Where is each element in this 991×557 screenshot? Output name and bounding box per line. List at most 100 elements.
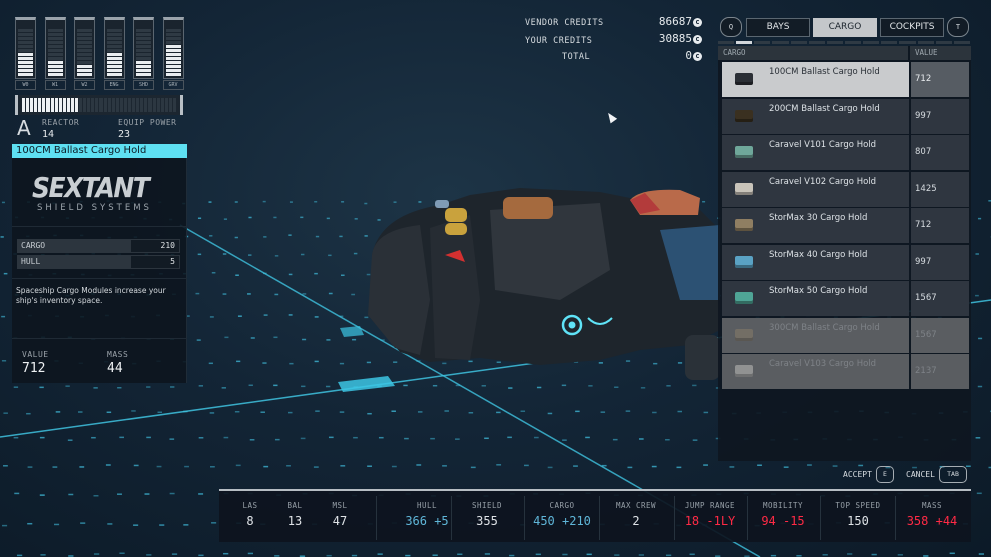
grid-dot [133,464,139,467]
grid-dot [78,411,83,413]
list-item[interactable]: StorMax 40 Cargo Hold 997 [722,244,969,280]
tab-bays[interactable]: BAYS [746,18,810,37]
list-item[interactable]: StorMax 50 Cargo Hold 1567 [722,281,969,316]
ship-stat-label: MOBILITY [762,501,804,510]
grid-dot [184,465,189,468]
reactor-segment [70,98,75,112]
ship-stat-value: 18 -1LY [684,514,736,528]
grid-dot [263,314,268,316]
module-thumbnail-icon [735,219,753,231]
grid-dot [977,385,983,388]
power-bar-eng[interactable]: ENG [103,17,125,90]
grid-dot [976,492,982,495]
grid-dot [807,464,812,466]
grid-dot [367,412,372,415]
power-segment [77,49,92,52]
grid-dot [612,438,618,441]
grid-dot [16,554,23,557]
module-thumbnail-icon [735,328,753,341]
grid-dot [144,493,150,495]
list-item[interactable]: Caravel V103 Cargo Hold 2137 [722,354,969,389]
reactor-segment [38,98,42,112]
ship-model[interactable] [368,188,720,380]
accept-button[interactable]: E [876,466,894,483]
grid-dot [666,385,671,387]
power-segment [136,41,151,44]
grid-dot [234,201,238,203]
grid-dot [364,202,368,205]
power-segment [165,57,181,60]
grid-dot [273,216,277,219]
cancel-button[interactable]: TAB [939,466,967,483]
list-item[interactable]: 100CM Ballast Cargo Hold 712 [722,62,969,97]
reactor-segment [144,98,148,112]
grid-dot [273,336,278,339]
grid-dot [692,439,698,441]
grid-dot [0,236,4,238]
grid-dot [404,437,409,440]
reactor-segment [103,98,107,112]
grid-dot [146,554,152,556]
grid-dot [364,316,369,319]
power-segment [47,69,63,72]
power-segment [106,45,122,48]
grid-dot [496,464,502,466]
grid-dot [301,385,306,388]
list-item[interactable]: Caravel V101 Cargo Hold 807 [722,135,969,170]
power-bar-w1[interactable]: W1 [44,17,66,90]
power-segment [18,57,33,60]
power-segment [47,37,63,40]
grid-dot [313,466,319,468]
ship-stat-label: MAX CREW [615,501,657,510]
list-item[interactable]: 300CM Ballast Cargo Hold 1567 [722,317,969,353]
reactor-segment [172,98,176,112]
grid-dot [107,523,113,525]
grid-dot [169,438,175,440]
tab-cargo[interactable]: CARGO [813,18,877,37]
power-segment [47,57,63,60]
tab-cockpits[interactable]: COCKPITS [880,18,944,37]
grid-dot [302,338,307,341]
grid-dot [561,384,567,387]
prev-tab-key[interactable]: Q [720,17,742,37]
power-segment [106,57,122,60]
grid-dot [638,438,644,440]
list-item[interactable]: 200CM Ballast Cargo Hold 997 [722,98,969,134]
grid-dot [315,410,320,412]
power-bar-w2[interactable]: W2 [74,17,95,90]
grid-dot [339,362,345,365]
reactor-segment [156,98,160,112]
grid-dot [442,465,447,467]
cancel-label: CANCEL [906,470,935,479]
tab-page-tick [917,41,934,44]
power-segment [165,45,181,48]
grid-dot [234,236,238,239]
grid-dot [248,216,252,219]
next-tab-key[interactable]: T [947,17,969,37]
grid-dot [625,410,631,412]
power-segment [77,41,92,44]
grid-dot [93,553,100,555]
power-segment [106,33,122,36]
total-amount: 0 [685,49,692,62]
grid-dot [274,293,279,296]
grid-dot [235,464,241,467]
power-bar-grv[interactable]: GRV [162,17,184,90]
grid-dot [314,316,319,318]
item-name: Caravel V102 Cargo Hold [769,176,877,187]
reactor-segment [107,98,111,112]
grid-dot [470,466,476,469]
list-item[interactable]: StorMax 30 Cargo Hold 712 [722,208,969,243]
manufacturer-logo: SEXTANT [32,171,150,204]
vendor-credits-amount: 86687 [658,15,692,28]
reactor-segment [111,98,115,112]
grid-dot [288,273,293,276]
power-bar-w0[interactable]: W0 [15,17,36,90]
item-value: 1425 [911,171,969,207]
item-name: 200CM Ballast Cargo Hold [769,103,880,114]
grid-dot [263,236,267,238]
grid-dot [614,554,620,556]
power-bar-shd[interactable]: SHD [133,17,154,90]
grid-dot [315,235,320,238]
list-item[interactable]: Caravel V102 Cargo Hold 1425 [722,171,969,207]
